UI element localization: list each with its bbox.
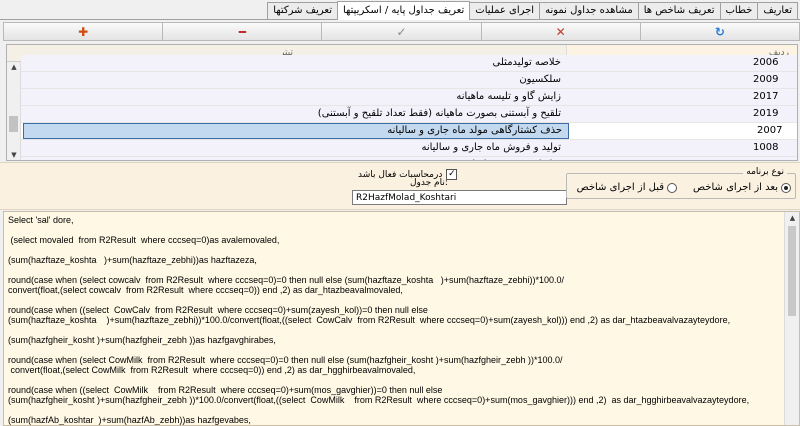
refresh-button[interactable]: ↻ bbox=[639, 22, 800, 41]
toolbar: ✚ ━ ✓ ✕ ↻ bbox=[3, 22, 800, 41]
tab-2[interactable]: تعریف شاخص ها bbox=[637, 2, 721, 19]
row-title: سلکسیون bbox=[519, 74, 561, 85]
row-title: تلقیح و آبستنی بصورت ماهیانه (فقط تعداد … bbox=[317, 108, 561, 119]
tab-5[interactable]: تعریف جداول پایه / اسکریپتها bbox=[336, 1, 471, 20]
grid-rows: خلاصه تولیدمثلی 2006 سلکسیون 2009 زایش گاو و… bbox=[21, 55, 797, 160]
confirm-button[interactable]: ✓ bbox=[321, 22, 482, 41]
sql-line bbox=[8, 325, 783, 335]
sql-line bbox=[8, 405, 783, 415]
sql-line: (sum(hazftaze_koshta )+sum(hazftaze_zebh… bbox=[8, 315, 731, 325]
tab-3[interactable]: مشاهده جداول نمونه bbox=[539, 2, 639, 19]
sql-line: convert(float,(select CowMilk from R2Res… bbox=[8, 365, 416, 375]
table-row[interactable]: ضایعات بصورت ماهیانه2018 bbox=[21, 157, 797, 160]
sql-line: round(case when (select cowcalv from R2R… bbox=[8, 275, 565, 285]
cancel-button[interactable]: ✕ bbox=[480, 22, 641, 41]
sql-line bbox=[8, 265, 783, 275]
row-title: زایش گاو و تلیسه ماهیانه bbox=[456, 91, 561, 102]
sql-line: (sum(hazfgheir_kosht )+sum(hazfgheir_zeb… bbox=[8, 395, 750, 405]
table-row[interactable]: سلکسیون 2009 bbox=[21, 72, 797, 89]
scroll-thumb[interactable] bbox=[9, 116, 18, 132]
sql-line bbox=[8, 295, 783, 305]
row-title: حذف کشتارگاهی مولد ماه جاری و سالیانه bbox=[23, 123, 569, 139]
table-row[interactable]: حذف کشتارگاهی مولد ماه جاری و سالیانه 200… bbox=[21, 123, 797, 140]
row-code: 2019 bbox=[753, 108, 779, 119]
sql-scroll-up-icon[interactable]: ▲ bbox=[785, 212, 799, 224]
radio-before-dot[interactable] bbox=[667, 182, 678, 193]
row-title: خلاصه تولیدمثلی bbox=[492, 57, 561, 68]
sql-line: (sum(hazftaze_koshta )+sum(hazftaze_zebh… bbox=[8, 255, 257, 265]
delete-button[interactable]: ━ bbox=[162, 22, 323, 41]
active-checkbox[interactable]: ✓ bbox=[446, 169, 458, 180]
sql-line: round(case when ((select CowMilk from R2… bbox=[8, 385, 443, 395]
table-row[interactable]: تولید و فروش ماه جاری و سالیانه 1008 bbox=[21, 140, 797, 157]
radio-before-index[interactable]: قبل از اجرای شاخص bbox=[576, 182, 678, 193]
scripts-grid[interactable]: تیتر ردیف ▲ ▼ خلاصه تولیدمثلی 2006 سلکسیون… bbox=[6, 44, 798, 161]
sql-line bbox=[8, 225, 783, 235]
sql-line bbox=[8, 345, 783, 355]
sql-scrollbar[interactable]: ▲ bbox=[784, 212, 799, 425]
sql-text[interactable]: Select 'sal' dore, (select movaled from … bbox=[8, 215, 783, 425]
sql-scroll-thumb[interactable] bbox=[788, 226, 796, 316]
table-name-label: :نام جدول bbox=[410, 178, 448, 188]
add-button[interactable]: ✚ bbox=[3, 22, 164, 41]
program-type-group: نوع برنامه بعد از اجرای شاخص قبل از اجرا… bbox=[566, 167, 796, 199]
plus-icon: ✚ bbox=[78, 24, 89, 39]
sql-editor[interactable]: Select 'sal' dore, (select movaled from … bbox=[3, 211, 800, 426]
row-code: 2017 bbox=[753, 91, 779, 102]
row-title: تولید و فروش ماه جاری و سالیانه bbox=[421, 142, 561, 153]
tab-strip: تعاریف خطاب تعریف شاخص ها مشاهده جداول نمون… bbox=[0, 0, 800, 20]
tab-4[interactable]: اجرای عملیات bbox=[469, 2, 541, 19]
sql-line: round(case when (select CowMilk from R2R… bbox=[8, 355, 563, 365]
table-row[interactable]: تلقیح و آبستنی بصورت ماهیانه (فقط تعداد … bbox=[21, 106, 797, 123]
tab-6[interactable]: تعریف شرکتها bbox=[267, 2, 338, 19]
scroll-up-icon[interactable]: ▲ bbox=[7, 62, 21, 72]
radio-after-index[interactable]: بعد از اجرای شاخص bbox=[693, 182, 791, 193]
close-icon: ✕ bbox=[555, 24, 566, 39]
options-panel: درمحاسبات فعال باشد ✓ :نام جدول نوع برنا… bbox=[0, 162, 800, 210]
tab-0[interactable]: تعاریف bbox=[757, 2, 798, 19]
sql-line: (select movaled from R2Result where cccs… bbox=[8, 235, 280, 245]
table-row[interactable]: زایش گاو و تلیسه ماهیانه 2017 bbox=[21, 89, 797, 106]
row-code: 2018 bbox=[567, 157, 797, 160]
row-code: 2006 bbox=[753, 57, 779, 68]
radio-after-label: بعد از اجرای شاخص bbox=[693, 182, 778, 193]
table-name-input[interactable] bbox=[352, 190, 567, 205]
grid-scrollbar[interactable]: ▲ ▼ bbox=[7, 62, 21, 160]
row-code: 1008 bbox=[753, 142, 779, 153]
sql-line: (sum(hazfAb_koshtar )+sum(hazfAb_zebh))a… bbox=[8, 415, 251, 425]
check-icon: ✓ bbox=[396, 24, 407, 39]
tab-1[interactable]: خطاب bbox=[719, 2, 759, 19]
program-type-legend: نوع برنامه bbox=[743, 167, 787, 177]
sql-line: (sum(hazfgheir_kosht )+sum(hazfgheir_zeb… bbox=[8, 335, 276, 345]
radio-after-dot[interactable] bbox=[781, 182, 791, 193]
radio-before-label: قبل از اجرای شاخص bbox=[576, 182, 665, 193]
table-row[interactable]: خلاصه تولیدمثلی 2006 bbox=[21, 55, 797, 72]
sql-line bbox=[8, 245, 783, 255]
sql-line bbox=[8, 375, 783, 385]
sql-line: Select 'sal' dore, bbox=[8, 215, 74, 225]
row-code: 2007 bbox=[757, 125, 783, 136]
row-title: ضایعات بصورت ماهیانه bbox=[21, 157, 567, 160]
sql-line: round(case when ((select CowCalv from R2… bbox=[8, 305, 428, 315]
minus-icon: ━ bbox=[238, 24, 246, 39]
refresh-icon: ↻ bbox=[714, 24, 725, 39]
scroll-down-icon[interactable]: ▼ bbox=[7, 150, 21, 160]
row-code: 2009 bbox=[753, 74, 779, 85]
sql-line: convert(float,(select cowcalv from R2Res… bbox=[8, 285, 403, 295]
